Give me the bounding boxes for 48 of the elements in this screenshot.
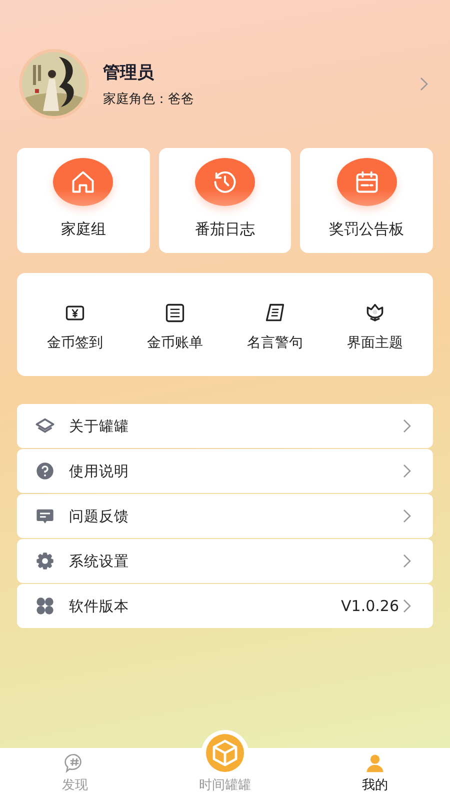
- scroll-icon: [264, 302, 286, 324]
- card-label: 奖罚公告板: [329, 220, 404, 239]
- tool-item[interactable]: 金币签到: [25, 298, 125, 352]
- tool-item[interactable]: 金币账单: [125, 298, 225, 352]
- menu-item[interactable]: 软件版本 V1.0.26: [17, 584, 433, 628]
- menu-item[interactable]: 问题反馈: [17, 494, 433, 538]
- menu-item[interactable]: 系统设置: [17, 539, 433, 583]
- menu-item[interactable]: 使用说明: [17, 449, 433, 493]
- tool-label: 界面主题: [347, 334, 403, 352]
- calendar-icon: [336, 158, 397, 206]
- feature-card[interactable]: 番茄日志: [158, 148, 292, 253]
- menu-item[interactable]: 关于罐罐: [17, 404, 433, 448]
- tool-label: 金币签到: [47, 334, 103, 352]
- chevron-icon: [420, 77, 428, 91]
- card-label: 番茄日志: [195, 220, 255, 239]
- chevron-icon: [403, 464, 411, 478]
- tool-item[interactable]: 界面主题: [325, 298, 425, 352]
- menu-label: 系统设置: [69, 552, 130, 570]
- card-label: 家庭组: [60, 220, 106, 239]
- chevron-icon: [403, 509, 411, 523]
- menu-label: 软件版本: [69, 598, 130, 616]
- person-icon: [364, 752, 386, 774]
- clock-icon: [195, 158, 255, 206]
- grid-icon: [35, 596, 55, 616]
- menu-label: 使用说明: [69, 462, 130, 480]
- chevron-icon: [403, 419, 411, 433]
- menu-label: 问题反馈: [69, 508, 130, 526]
- tab-label: 时间罐罐: [199, 777, 251, 794]
- help-icon: [35, 461, 55, 481]
- tool-item[interactable]: 名言警句: [225, 298, 325, 352]
- tool-label: 金币账单: [147, 334, 203, 352]
- family-role: 家庭角色：爸爸: [103, 90, 195, 108]
- house-icon: [53, 158, 114, 206]
- chevron-icon: [403, 599, 411, 613]
- flower-icon: [364, 302, 386, 324]
- settings-icon: [35, 551, 55, 571]
- document-icon: [164, 302, 186, 324]
- user-name: 管理员: [103, 62, 155, 84]
- tab-label: 发现: [62, 777, 88, 794]
- feature-card[interactable]: 家庭组: [17, 148, 150, 253]
- feature-card[interactable]: 奖罚公告板: [300, 148, 434, 253]
- menu-label: 关于罐罐: [69, 418, 130, 436]
- version-text: V1.0.26: [341, 597, 399, 615]
- tab-item[interactable]: 我的: [300, 748, 450, 800]
- tab-label: 我的: [362, 777, 388, 794]
- chevron-icon: [403, 554, 411, 568]
- diamond-icon: [35, 416, 55, 436]
- tool-label: 名言警句: [247, 334, 303, 352]
